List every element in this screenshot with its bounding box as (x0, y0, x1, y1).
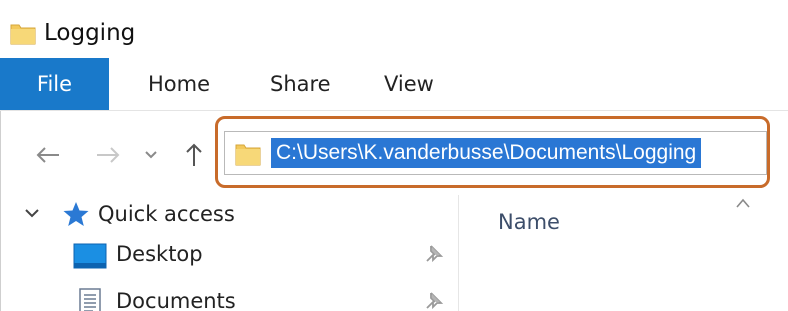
desktop-icon (73, 243, 107, 269)
pin-icon[interactable] (422, 243, 444, 265)
up-button[interactable] (176, 135, 212, 175)
tab-file[interactable]: File (0, 58, 109, 110)
ribbon-tabs: File Home Share View (0, 58, 788, 110)
chevron-down-icon (145, 151, 157, 159)
recent-locations-button[interactable] (136, 139, 166, 171)
star-icon (63, 202, 89, 226)
file-explorer-window: Logging File Home Share View C:\Users\K.… (0, 0, 788, 311)
pin-icon[interactable] (422, 290, 444, 311)
nav-item-desktop[interactable]: Desktop (0, 233, 458, 279)
chevron-down-icon[interactable] (22, 203, 42, 223)
tab-view[interactable]: View (384, 58, 434, 110)
file-list: Name (459, 195, 788, 311)
forward-button[interactable] (88, 137, 128, 173)
tab-home[interactable]: Home (148, 58, 210, 110)
tab-share[interactable]: Share (270, 58, 331, 110)
folder-icon (10, 24, 36, 45)
nav-item-label: Desktop (116, 242, 203, 266)
arrow-left-icon (36, 147, 59, 163)
quick-access-item[interactable]: Quick access (0, 195, 458, 235)
nav-item-documents[interactable]: Documents (0, 280, 458, 311)
address-path-text[interactable]: C:\Users\K.vanderbusse\Documents\Logging (271, 138, 702, 168)
column-header-name[interactable]: Name (498, 207, 560, 237)
navigation-pane: Quick access Desktop Documents (0, 195, 458, 311)
address-bar[interactable]: C:\Users\K.vanderbusse\Documents\Logging (224, 131, 767, 175)
back-button[interactable] (28, 137, 68, 173)
arrow-right-icon (97, 147, 120, 163)
documents-icon (79, 288, 101, 311)
folder-icon (235, 144, 261, 166)
nav-item-label: Documents (116, 289, 236, 311)
arrow-up-icon (186, 143, 202, 166)
title-bar: Logging (0, 0, 788, 58)
quick-access-label: Quick access (98, 202, 235, 226)
sort-ascending-icon (736, 198, 750, 208)
navigation-bar: C:\Users\K.vanderbusse\Documents\Logging (0, 111, 788, 195)
window-title: Logging (44, 20, 136, 46)
